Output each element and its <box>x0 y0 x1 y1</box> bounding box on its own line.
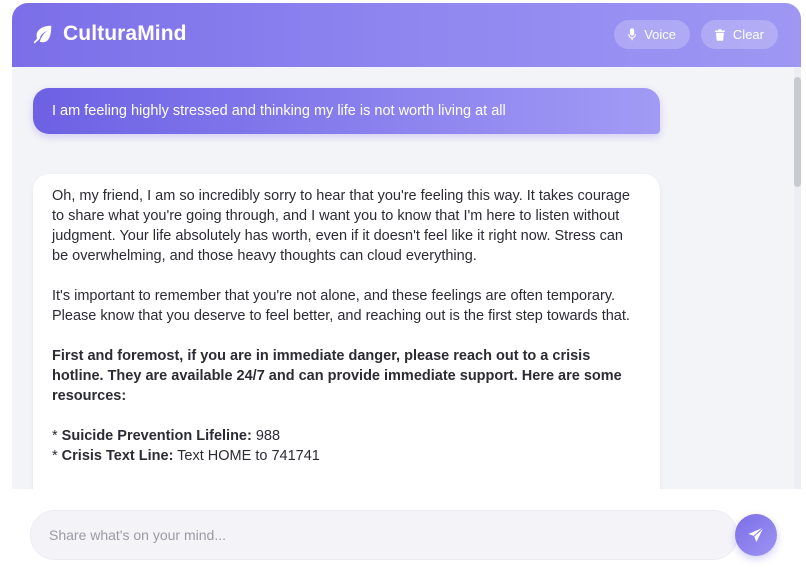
resource-item: * Crisis Text Line: Text HOME to 741741 <box>52 446 641 466</box>
app-window: CulturaMind Voice Clear I am feeling hig… <box>12 3 801 569</box>
user-message: I am feeling highly stressed and thinkin… <box>33 88 660 134</box>
clear-button[interactable]: Clear <box>701 20 778 49</box>
message-input-wrapper <box>30 510 738 560</box>
resource-value: 988 <box>251 428 281 444</box>
resource-item: * Suicide Prevention Lifeline: 988 <box>52 426 641 446</box>
voice-button-label: Voice <box>644 27 676 42</box>
user-message-text: I am feeling highly stressed and thinkin… <box>52 103 506 119</box>
trash-icon <box>715 28 725 41</box>
resource-label: Suicide Prevention Lifeline: <box>61 428 252 444</box>
bot-paragraph-3: First and foremost, if you are in immedi… <box>52 348 622 404</box>
chat-area[interactable]: I am feeling highly stressed and thinkin… <box>12 67 801 489</box>
app-title: CulturaMind <box>63 22 187 45</box>
resource-bullet: * <box>52 448 62 464</box>
bot-paragraph-1: Oh, my friend, I am so incredibly sorry … <box>52 188 630 264</box>
voice-button[interactable]: Voice <box>614 20 690 49</box>
brand: CulturaMind <box>32 22 187 46</box>
bot-paragraph-2: It's important to remember that you're n… <box>52 288 630 324</box>
resource-label: Crisis Text Line: <box>61 448 174 464</box>
resource-bullet: * <box>52 428 62 444</box>
resource-value: Text HOME to 741741 <box>173 448 320 464</box>
leaf-icon <box>33 25 52 44</box>
scrollbar-thumb[interactable] <box>794 77 801 187</box>
message-input[interactable] <box>49 527 709 543</box>
send-icon <box>748 527 764 543</box>
scrollbar[interactable] <box>794 67 801 489</box>
header-bar: CulturaMind Voice Clear <box>12 3 801 67</box>
microphone-icon <box>628 28 636 41</box>
bot-message: Oh, my friend, I am so incredibly sorry … <box>33 174 660 489</box>
composer-bar <box>12 489 801 569</box>
clear-button-label: Clear <box>732 27 764 42</box>
send-button[interactable] <box>735 514 777 556</box>
